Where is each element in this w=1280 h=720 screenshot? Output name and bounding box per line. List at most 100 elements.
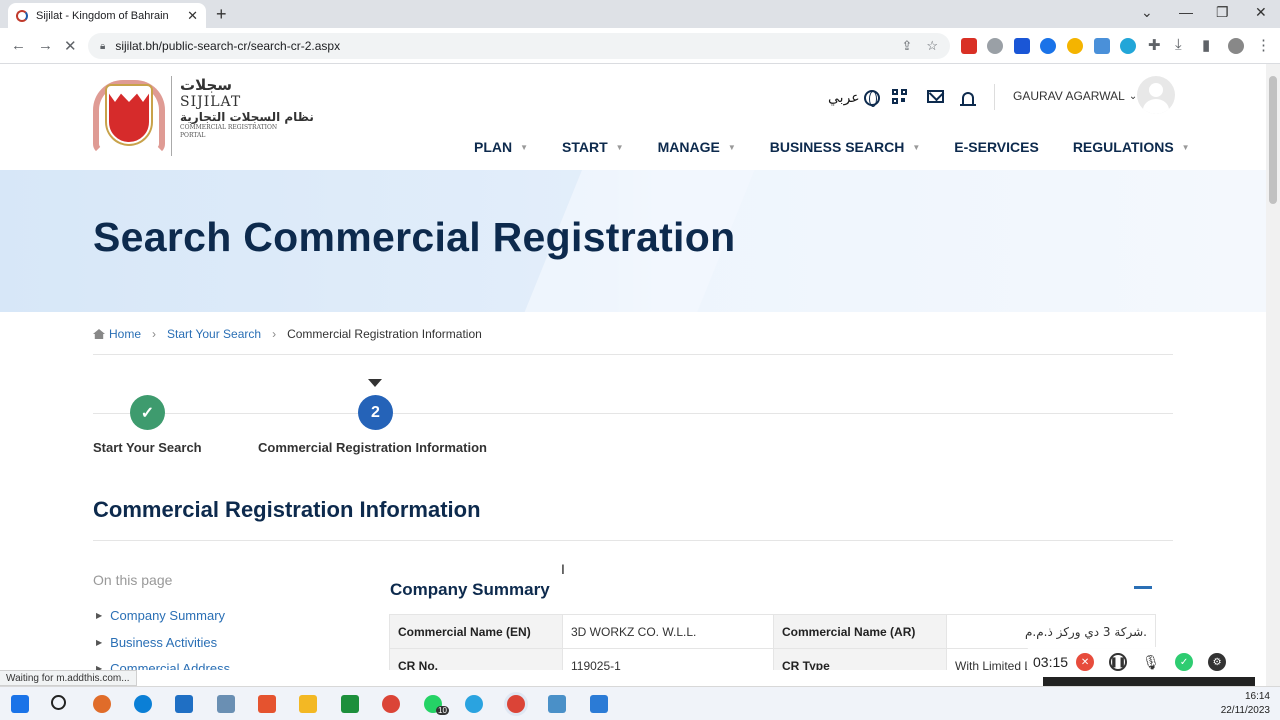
- nav-manage[interactable]: MANAGE ▼: [658, 139, 736, 155]
- bahrain-crest-icon: [93, 76, 165, 156]
- caret-down-icon: ▼: [615, 142, 624, 152]
- taskbar-app-7-icon[interactable]: [341, 695, 359, 713]
- browser-tab-bar: Sijilat - Kingdom of Bahrain ✕ + ⌄ — ❐ ✕: [0, 0, 1280, 28]
- outlook-icon[interactable]: [175, 695, 193, 713]
- chrome-icon[interactable]: [382, 695, 400, 713]
- minimize-icon[interactable]: —: [1179, 4, 1193, 20]
- taskbar-app-5-icon[interactable]: [258, 695, 276, 713]
- caret-down-icon: ▼: [912, 142, 921, 152]
- forward-arrow-icon[interactable]: →: [38, 37, 53, 54]
- notification-bell-icon[interactable]: [960, 92, 976, 106]
- qr-code-icon[interactable]: [892, 89, 907, 104]
- caret-down-icon: ▼: [727, 142, 736, 152]
- extension-5-icon[interactable]: [1067, 38, 1083, 54]
- logo-wordmark: سجلات SIJILAT نظام السجلات التجارية COMM…: [171, 76, 314, 156]
- chevron-right-icon: ›: [152, 327, 157, 341]
- language-switch[interactable]: عربي: [828, 89, 880, 107]
- extension-3-icon[interactable]: [1014, 38, 1030, 54]
- step-1-label[interactable]: Start Your Search: [93, 440, 202, 455]
- user-menu[interactable]: GAURAV AGARWAL ⌄: [1013, 89, 1137, 103]
- windows-start-icon[interactable]: [11, 695, 29, 713]
- recorder-bar: [1043, 677, 1255, 686]
- toc-business-activities[interactable]: ▶ Business Activities: [96, 635, 217, 650]
- page-scrollbar[interactable]: [1266, 64, 1280, 686]
- address-bar-row: ← → ✕ 🔒︎ sijilat.bh/public-search-cr/sea…: [0, 28, 1280, 64]
- nav-start[interactable]: START ▼: [562, 139, 624, 155]
- logo-english: SIJILAT: [180, 94, 242, 110]
- new-tab-icon[interactable]: +: [216, 4, 227, 25]
- breadcrumb-home[interactable]: Home: [93, 327, 141, 341]
- header-divider: [994, 84, 995, 110]
- lock-icon[interactable]: 🔒︎: [100, 41, 105, 52]
- nav-plan[interactable]: PLAN ▼: [474, 139, 528, 155]
- divider: [93, 354, 1173, 355]
- table-row: Commercial Name (EN) 3D WORKZ CO. W.L.L.…: [389, 614, 1156, 649]
- stop-loading-icon[interactable]: ✕: [64, 37, 77, 55]
- edge-browser-icon[interactable]: [134, 695, 152, 713]
- extensions-puzzle-icon[interactable]: ✚: [1148, 36, 1161, 54]
- nav-business-search[interactable]: BUSINESS SEARCH ▼: [770, 139, 921, 155]
- web-page: سجلات SIJILAT نظام السجلات التجارية COMM…: [0, 64, 1266, 670]
- breadcrumb-start-search[interactable]: Start Your Search: [167, 327, 261, 341]
- extension-6-icon[interactable]: [1094, 38, 1110, 54]
- cancel-recording-icon[interactable]: ✕: [1076, 653, 1095, 671]
- chrome-active-icon[interactable]: [507, 695, 525, 713]
- side-panel-icon[interactable]: ▮: [1202, 36, 1210, 54]
- caret-down-icon: ▼: [1181, 142, 1190, 152]
- microphone-icon[interactable]: 🎙︎: [1142, 653, 1160, 671]
- browser-menu-icon[interactable]: ⋮: [1256, 36, 1271, 54]
- scrollbar-thumb[interactable]: [1269, 76, 1277, 204]
- recording-time: 03:15: [1033, 654, 1069, 670]
- extension-7-icon[interactable]: [1120, 38, 1136, 54]
- hero-banner: Search Commercial Registration: [0, 170, 1266, 312]
- finish-recording-check-icon[interactable]: ✓: [1175, 653, 1194, 671]
- taskbar-app-13-icon[interactable]: [590, 695, 608, 713]
- collapse-minus-icon[interactable]: [1134, 586, 1152, 589]
- clock-date: 22/11/2023: [1220, 705, 1270, 716]
- file-explorer-icon[interactable]: [299, 695, 317, 713]
- pause-icon[interactable]: ❚❚: [1109, 653, 1128, 671]
- avatar[interactable]: [1137, 76, 1175, 114]
- whatsapp-badge: 10: [436, 706, 449, 715]
- taskbar-app-4-icon[interactable]: [217, 695, 235, 713]
- browser-tab[interactable]: Sijilat - Kingdom of Bahrain ✕: [8, 3, 206, 28]
- taskbar-app-1-icon[interactable]: [93, 695, 111, 713]
- step-2-number[interactable]: 2: [358, 395, 393, 430]
- extension-1-icon[interactable]: [961, 38, 977, 54]
- caret-right-icon: ▶: [96, 638, 103, 647]
- toc-company-summary[interactable]: ▶ Company Summary: [96, 608, 225, 623]
- main-nav: PLAN ▼ START ▼ MANAGE ▼ BUSINESS SEARCH ▼ E-…: [474, 139, 1224, 155]
- clock-time: 16:14: [1244, 691, 1270, 702]
- extension-globe-icon[interactable]: [987, 38, 1003, 54]
- taskbar-app-12-icon[interactable]: [548, 695, 566, 713]
- maximize-icon[interactable]: ❐: [1216, 4, 1229, 21]
- recorder-settings-gear-icon[interactable]: ⚙: [1208, 653, 1227, 671]
- nav-regulations[interactable]: REGULATIONS ▼: [1073, 139, 1190, 155]
- language-label: عربي: [828, 89, 860, 105]
- search-icon[interactable]: [51, 695, 66, 710]
- toc-commercial-address[interactable]: ▶ Commercial Address: [96, 661, 230, 670]
- mail-icon[interactable]: [927, 90, 944, 103]
- telegram-icon[interactable]: [465, 695, 483, 713]
- sijilat-logo[interactable]: سجلات SIJILAT نظام السجلات التجارية COMM…: [93, 76, 314, 156]
- extension-4-icon[interactable]: [1040, 38, 1056, 54]
- url-input[interactable]: 🔒︎ sijilat.bh/public-search-cr/search-cr…: [88, 33, 950, 59]
- window-close-icon[interactable]: ✕: [1255, 4, 1267, 21]
- step-1-complete-check-icon[interactable]: ✓: [130, 395, 165, 430]
- system-clock[interactable]: 16:14 22/11/2023: [1221, 690, 1270, 718]
- tab-close-icon[interactable]: ✕: [187, 8, 198, 24]
- tab-search-chevron-icon[interactable]: ⌄: [1141, 4, 1153, 21]
- back-arrow-icon[interactable]: ←: [11, 37, 26, 54]
- home-icon: [93, 329, 105, 339]
- nav-e-services[interactable]: E-SERVICES: [954, 139, 1039, 155]
- on-this-page-heading: On this page: [93, 572, 173, 588]
- download-icon[interactable]: ⤓: [1175, 36, 1182, 53]
- profile-avatar-icon[interactable]: [1228, 38, 1244, 54]
- divider: [93, 540, 1173, 541]
- caret-right-icon: ▶: [96, 611, 103, 620]
- commercial-name-ar-value: شركة 3 دي وركز ذ.م.م.: [946, 614, 1156, 649]
- commercial-name-en-label: Commercial Name (EN): [389, 614, 563, 649]
- share-icon[interactable]: ⇪: [901, 38, 912, 54]
- logo-arabic-top: سجلات: [180, 76, 233, 94]
- bookmark-star-icon[interactable]: ☆: [926, 38, 938, 54]
